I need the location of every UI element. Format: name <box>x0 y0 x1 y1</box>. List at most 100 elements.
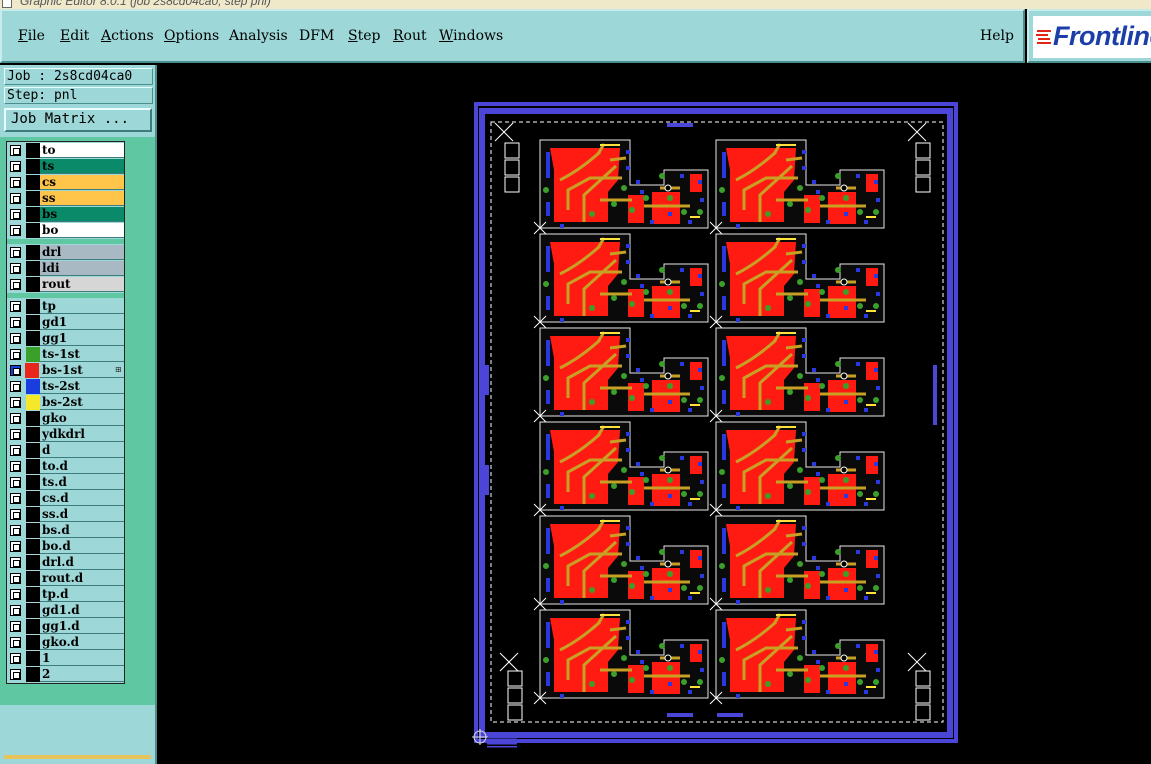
layer-visibility-checkbox[interactable] <box>10 557 21 568</box>
layer-color-swatch[interactable] <box>26 651 40 666</box>
layer-color-swatch[interactable] <box>26 245 40 260</box>
layer-color-swatch[interactable] <box>26 635 40 650</box>
layer-visibility-checkbox[interactable] <box>10 525 21 536</box>
layer-color-swatch[interactable] <box>26 507 40 522</box>
layer-row-ts[interactable]: ts <box>7 159 124 174</box>
layer-color-swatch[interactable] <box>26 539 40 554</box>
layer-row-ts.d[interactable]: ts.d <box>7 475 124 490</box>
layer-color-swatch[interactable] <box>26 571 40 586</box>
layer-visibility-checkbox[interactable] <box>10 429 21 440</box>
layer-visibility-checkbox[interactable] <box>10 225 21 236</box>
menu-dfm[interactable]: DFM <box>299 28 334 44</box>
layer-visibility-checkbox[interactable] <box>10 477 21 488</box>
layer-visibility-checkbox[interactable] <box>10 589 21 600</box>
menu-step[interactable]: Step <box>348 28 380 44</box>
layer-row-bs[interactable]: bs <box>7 207 124 222</box>
layer-color-swatch[interactable] <box>26 299 40 314</box>
menu-windows[interactable]: Windows <box>439 28 503 44</box>
layer-color-swatch[interactable] <box>26 159 40 174</box>
layer-color-swatch[interactable] <box>26 443 40 458</box>
menu-rout[interactable]: Rout <box>393 28 427 44</box>
layer-color-swatch[interactable] <box>26 587 40 602</box>
layer-color-swatch[interactable] <box>26 475 40 490</box>
layer-color-swatch[interactable] <box>26 379 40 394</box>
layer-color-swatch[interactable] <box>26 395 40 410</box>
layer-visibility-checkbox[interactable] <box>10 509 21 520</box>
menu-file[interactable]: File <box>18 28 45 44</box>
layer-row-drl.d[interactable]: drl.d <box>7 555 124 570</box>
layer-visibility-checkbox[interactable] <box>10 263 21 274</box>
layer-color-swatch[interactable] <box>26 191 40 206</box>
layer-row-ydkdrl[interactable]: ydkdrl <box>7 427 124 442</box>
menu-help[interactable]: Help <box>980 28 1014 44</box>
layer-visibility-checkbox[interactable] <box>10 145 21 156</box>
layer-visibility-checkbox[interactable] <box>10 413 21 424</box>
layer-row-bs.d[interactable]: bs.d <box>7 523 124 538</box>
layer-color-swatch[interactable] <box>26 411 40 426</box>
layer-visibility-checkbox[interactable] <box>10 333 21 344</box>
layer-row-1[interactable]: 1 <box>7 651 124 666</box>
layer-visibility-checkbox[interactable] <box>10 161 21 172</box>
layer-row-to[interactable]: to <box>7 143 124 158</box>
pcb-panel-view[interactable] <box>157 65 1151 764</box>
layer-color-swatch[interactable] <box>26 619 40 634</box>
layer-visibility-checkbox[interactable] <box>10 209 21 220</box>
layer-color-swatch[interactable] <box>26 491 40 506</box>
layer-row-to.d[interactable]: to.d <box>7 459 124 474</box>
layer-row-bs-2st[interactable]: bs-2st <box>7 395 124 410</box>
layer-row-tp.d[interactable]: tp.d <box>7 587 124 602</box>
layer-list[interactable]: to ts cs ss bs bo drl ldi rout tp gd1 gg1 ts-1st bs-1… <box>6 141 125 684</box>
layer-visibility-checkbox[interactable] <box>10 461 21 472</box>
layer-color-swatch[interactable] <box>26 261 40 276</box>
layer-visibility-checkbox[interactable] <box>10 317 21 328</box>
layer-color-swatch[interactable] <box>25 363 39 378</box>
layer-row-rout[interactable]: rout <box>7 277 124 292</box>
layer-row-rout.d[interactable]: rout.d <box>7 571 124 586</box>
menu-analysis[interactable]: Analysis <box>229 28 288 44</box>
layer-row-bo[interactable]: bo <box>7 223 124 238</box>
graphic-canvas[interactable] <box>157 65 1151 764</box>
layer-color-swatch[interactable] <box>26 667 40 682</box>
menu-options[interactable]: Options <box>164 28 219 44</box>
layer-visibility-checkbox[interactable] <box>10 177 21 188</box>
layer-row-d[interactable]: d <box>7 443 124 458</box>
layer-color-swatch[interactable] <box>26 331 40 346</box>
layer-row-bs-1st[interactable]: bs-1st ⊞ <box>7 363 124 378</box>
layer-row-gko[interactable]: gko <box>7 411 124 426</box>
layer-visibility-checkbox[interactable] <box>10 669 21 680</box>
layer-color-swatch[interactable] <box>26 277 40 292</box>
layer-visibility-checkbox[interactable] <box>10 279 21 290</box>
layer-row-gd1[interactable]: gd1 <box>7 315 124 330</box>
layer-visibility-checkbox[interactable] <box>10 301 21 312</box>
layer-color-swatch[interactable] <box>26 175 40 190</box>
layer-row-cs.d[interactable]: cs.d <box>7 491 124 506</box>
layer-color-swatch[interactable] <box>26 603 40 618</box>
layer-color-swatch[interactable] <box>26 555 40 570</box>
job-matrix-button[interactable]: Job Matrix ... <box>4 108 152 132</box>
layer-row-gg1.d[interactable]: gg1.d <box>7 619 124 634</box>
layer-row-bo.d[interactable]: bo.d <box>7 539 124 554</box>
layer-row-drl[interactable]: drl <box>7 245 124 260</box>
layer-visibility-checkbox[interactable] <box>10 637 21 648</box>
layer-visibility-checkbox[interactable] <box>10 541 21 552</box>
layer-row-ts-1st[interactable]: ts-1st <box>7 347 124 362</box>
layer-color-swatch[interactable] <box>26 207 40 222</box>
menu-actions[interactable]: Actions <box>101 28 154 44</box>
layer-visibility-checkbox[interactable] <box>10 397 21 408</box>
layer-row-gg1[interactable]: gg1 <box>7 331 124 346</box>
layer-row-ldi[interactable]: ldi <box>7 261 124 276</box>
layer-color-swatch[interactable] <box>26 459 40 474</box>
layer-row-ss.d[interactable]: ss.d <box>7 507 124 522</box>
layer-visibility-checkbox[interactable] <box>10 193 21 204</box>
layer-color-swatch[interactable] <box>26 143 40 158</box>
layer-color-swatch[interactable] <box>26 347 40 362</box>
layer-visibility-checkbox[interactable] <box>10 349 21 360</box>
layer-row-tp[interactable]: tp <box>7 299 124 314</box>
layer-row-gd1.d[interactable]: gd1.d <box>7 603 124 618</box>
menu-edit[interactable]: Edit <box>60 28 89 44</box>
layer-color-swatch[interactable] <box>26 223 40 238</box>
layer-visibility-checkbox[interactable] <box>10 247 21 258</box>
layer-row-ts-2st[interactable]: ts-2st <box>7 379 124 394</box>
layer-row-gko.d[interactable]: gko.d <box>7 635 124 650</box>
layer-visibility-checkbox[interactable] <box>10 573 21 584</box>
